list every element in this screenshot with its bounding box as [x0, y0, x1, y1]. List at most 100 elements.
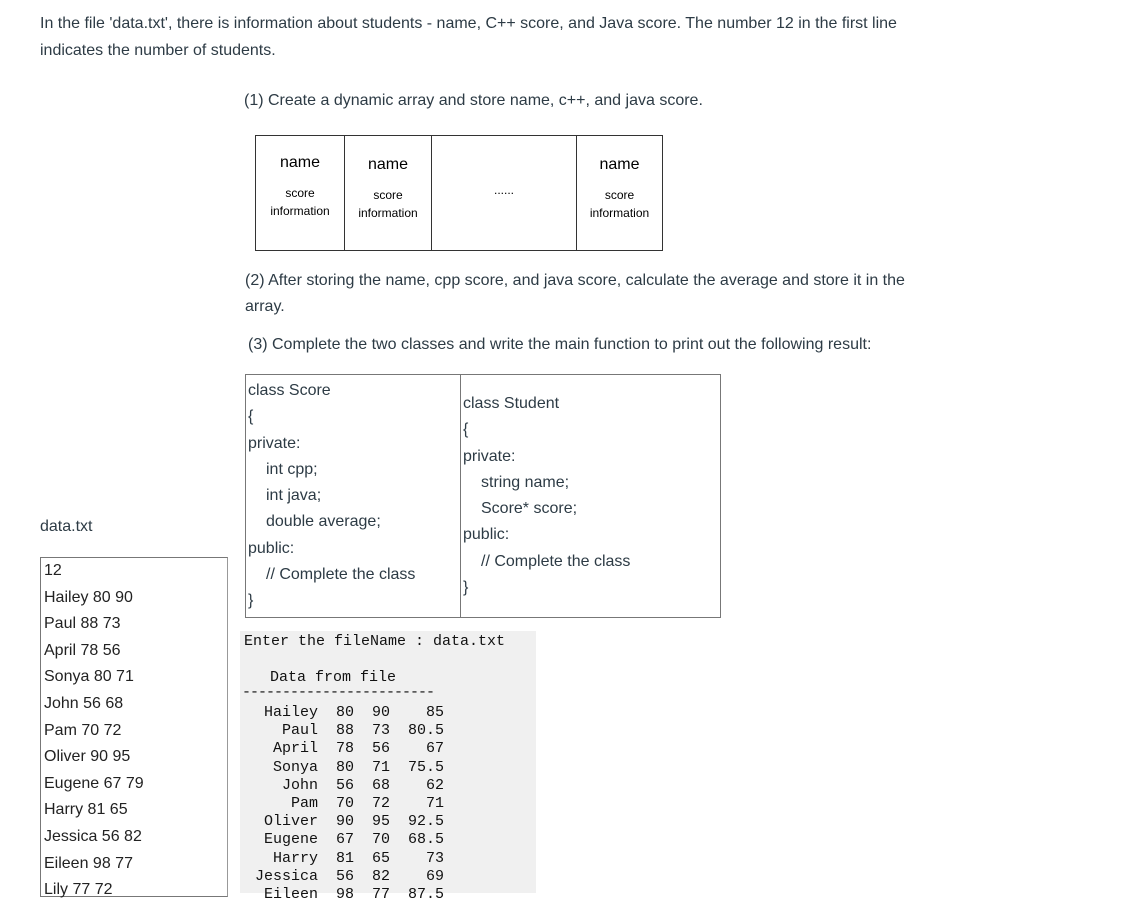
- console-java: 90: [371, 704, 390, 721]
- code-line: }: [248, 592, 254, 610]
- console-avg: 92.5: [407, 813, 444, 831]
- console-row: Eugene 67 70 68.5: [240, 831, 444, 849]
- console-row: Eileen 98 77 87.5: [240, 886, 444, 904]
- console-row: Sonya 80 71 75.5: [240, 759, 444, 777]
- cell-score: score: [285, 186, 315, 200]
- console-row: April 78 56 67: [240, 740, 444, 758]
- code-line: {: [463, 421, 469, 439]
- file-line: Pam 70 72: [44, 721, 122, 739]
- code-line: }: [463, 579, 469, 597]
- console-row: Oliver 90 95 92.5: [240, 813, 444, 831]
- code-line: double average;: [266, 513, 381, 531]
- code-line: int cpp;: [266, 460, 318, 478]
- console-avg: 73: [425, 849, 444, 867]
- datafile-content: 12 Hailey 80 90 Paul 88 73 April 78 56 S…: [40, 557, 228, 898]
- code-line: string name;: [481, 473, 570, 491]
- console-java: 71: [371, 758, 390, 776]
- console-cpp: 80: [335, 758, 354, 776]
- intro-text: In the file 'data.txt', there is informa…: [40, 15, 897, 59]
- file-line: Eileen 98 77: [44, 854, 133, 872]
- code-line: class Score: [248, 382, 331, 399]
- console-avg: 75.5: [407, 758, 444, 776]
- console-cpp: 56: [335, 867, 354, 885]
- console-output: Enter the fileName : data.txt Data from …: [240, 631, 536, 903]
- code-line: private:: [248, 434, 301, 452]
- console-name: Jessica: [254, 867, 318, 885]
- console-name: Paul: [281, 722, 318, 740]
- console-java: 72: [371, 794, 390, 812]
- console-cpp: 88: [335, 722, 354, 740]
- cell-name: name: [279, 154, 321, 171]
- console-name: Hailey: [263, 704, 318, 721]
- console-cpp: 90: [335, 813, 354, 831]
- console-name: John: [281, 776, 318, 794]
- console-name: Eileen: [263, 885, 318, 903]
- console-avg: 69: [425, 867, 444, 885]
- console-cpp: 81: [335, 849, 354, 867]
- console-name: Sonya: [272, 758, 318, 776]
- console-java: 95: [371, 813, 390, 831]
- file-line: John 56 68: [44, 694, 124, 712]
- file-line: Jessica 56 82: [44, 827, 142, 845]
- console-cpp: 78: [335, 740, 354, 758]
- console-java: 77: [371, 885, 390, 903]
- console-cpp: 98: [335, 885, 354, 903]
- console-avg: 71: [425, 794, 444, 812]
- cell-score: score: [604, 188, 635, 202]
- code-line: // Complete the class: [266, 566, 416, 584]
- cell-info: information: [270, 204, 330, 218]
- console-name: Eugene: [263, 831, 318, 849]
- array-cell: name score information: [345, 136, 432, 250]
- question-2: (2) After storing the name, cpp score, a…: [245, 272, 905, 315]
- file-line: Hailey 80 90: [44, 588, 133, 606]
- code-line: public:: [248, 539, 295, 557]
- code-line: private:: [463, 447, 516, 465]
- cell-name: name: [367, 156, 409, 173]
- class-score-code: class Score { private: int cpp; int java…: [246, 375, 461, 617]
- class-student-code: class Student { private: string name; Sc…: [461, 375, 630, 617]
- file-line: Eugene 67 79: [44, 774, 144, 792]
- console-avg: 68.5: [407, 831, 444, 849]
- console-avg: 85: [425, 704, 444, 721]
- file-line: Paul 88 73: [44, 615, 121, 633]
- file-line: Oliver 90 95: [44, 748, 131, 766]
- console-java: 82: [371, 867, 390, 885]
- console-row: Paul 88 73 80.5: [240, 722, 444, 740]
- console-row: Hailey 80 90 85: [240, 704, 444, 722]
- file-line: Sonya 80 71: [44, 668, 134, 686]
- code-line: // Complete the class: [481, 552, 631, 570]
- cell-score: score: [373, 188, 403, 202]
- console-separator: ------------------------: [242, 684, 435, 701]
- console-row: Pam 70 72 71: [240, 795, 444, 813]
- console-cpp: 56: [335, 776, 354, 794]
- question-1: (1) Create a dynamic array and store nam…: [244, 92, 703, 109]
- console-cpp: 67: [335, 831, 354, 849]
- console-row: Jessica 56 82 69: [240, 868, 444, 886]
- console-avg: 67: [425, 740, 444, 758]
- console-name: April: [272, 740, 318, 758]
- console-avg: 80.5: [407, 722, 444, 740]
- code-line: public:: [463, 526, 510, 544]
- console-cpp: 70: [335, 794, 354, 812]
- console-name: Harry: [272, 849, 318, 867]
- array-cell-ellipsis: ......: [432, 136, 577, 250]
- console-name: Pam: [290, 794, 318, 812]
- question-3: (3) Complete the two classes and write t…: [248, 336, 872, 353]
- code-line: Score* score;: [481, 500, 578, 518]
- console-java: 70: [371, 831, 390, 849]
- ellipsis: ......: [493, 183, 514, 197]
- cell-info: information: [589, 206, 650, 220]
- array-cell: name score information: [577, 136, 662, 250]
- console-java: 73: [371, 722, 390, 740]
- console-java: 68: [371, 776, 390, 794]
- file-line: April 78 56: [44, 641, 121, 659]
- cell-name: name: [599, 156, 640, 173]
- file-line: Harry 81 65: [44, 801, 128, 819]
- console-name: Oliver: [263, 813, 318, 831]
- console-java: 56: [371, 740, 390, 758]
- console-rows: Hailey 80 90 85 Paul 88 73 80.5 April 78 56 67 Sonya…: [240, 704, 444, 904]
- console-avg: 87.5: [407, 885, 444, 903]
- file-line: 12: [44, 562, 62, 579]
- code-line: int java;: [266, 487, 322, 505]
- console-row: John 56 68 62: [240, 777, 444, 795]
